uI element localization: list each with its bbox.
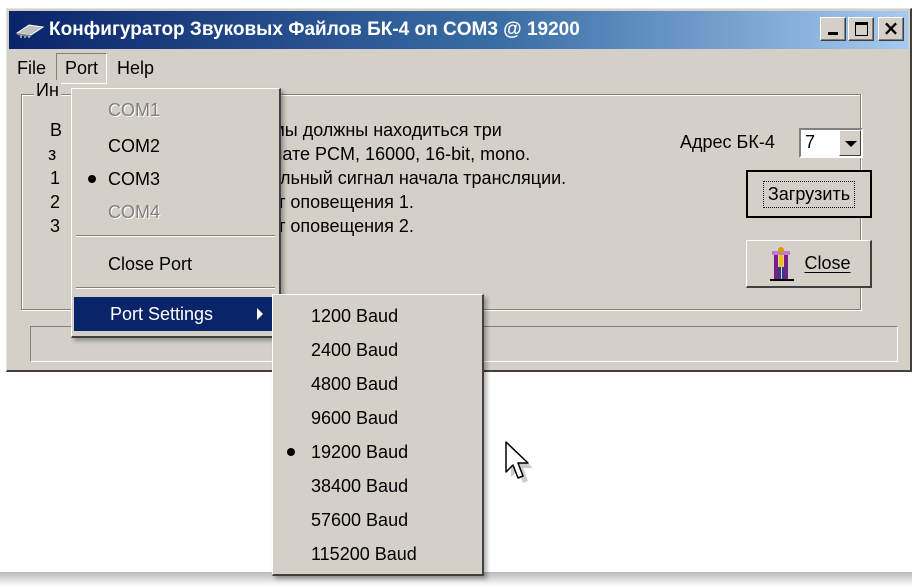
info-fragment: 3 bbox=[50, 216, 61, 236]
port-menu: COM1 COM2 COM3 COM4 Close Port Port Sett… bbox=[71, 88, 281, 338]
radio-bullet-icon bbox=[88, 175, 96, 183]
menu-item-label: 57600 Baud bbox=[311, 509, 409, 530]
menu-help[interactable]: Help bbox=[109, 54, 162, 83]
menu-item-label: COM2 bbox=[108, 135, 161, 156]
menu-item-baud-38400[interactable]: 38400 Baud bbox=[273, 469, 482, 503]
menu-item-label: COM3 bbox=[108, 168, 161, 189]
menu-item-label: 2400 Baud bbox=[311, 339, 399, 360]
info-line: кст оповещения 1. bbox=[260, 192, 414, 212]
exit-door-icon bbox=[770, 246, 795, 281]
close-icon: × bbox=[882, 16, 900, 40]
menu-item-label: Port Settings bbox=[110, 303, 214, 324]
menu-item-label: 115200 Baud bbox=[311, 543, 417, 564]
load-button-label: Загрузить bbox=[762, 180, 856, 208]
address-dropdown-button[interactable] bbox=[839, 130, 861, 156]
submenu-arrow-icon bbox=[257, 308, 263, 320]
info-fragment: 1 bbox=[50, 168, 61, 188]
menu-item-baud-2400[interactable]: 2400 Baud bbox=[273, 333, 482, 367]
menu-item-label: Close Port bbox=[108, 253, 193, 274]
info-text: ммы должны находиться три рмате PCM, 160… bbox=[260, 118, 566, 238]
close-button-label: Close bbox=[804, 253, 851, 273]
menu-separator bbox=[76, 287, 275, 289]
menu-item-label: 9600 Baud bbox=[311, 407, 399, 428]
title-bar[interactable]: Конфигуратор Звуковых Файлов БК-4 on COM… bbox=[9, 11, 908, 49]
info-group-title: Ин bbox=[34, 80, 61, 101]
address-label: Адрес БК-4 bbox=[680, 132, 775, 152]
minimize-icon bbox=[828, 32, 838, 35]
menu-item-label: COM1 bbox=[108, 99, 161, 120]
mouse-pointer-icon bbox=[505, 441, 532, 483]
info-line: ммы должны находиться три bbox=[260, 120, 502, 140]
menu-item-baud-115200[interactable]: 115200 Baud bbox=[273, 537, 482, 571]
menu-item-port-settings[interactable]: Port Settings bbox=[74, 297, 277, 331]
menu-item-baud-57600[interactable]: 57600 Baud bbox=[273, 503, 482, 537]
maximize-icon bbox=[855, 22, 868, 36]
menu-port[interactable]: Port bbox=[56, 52, 108, 84]
window-title: Конфигуратор Звуковых Файлов БК-4 on COM… bbox=[49, 19, 580, 40]
info-line: рмате PCM, 16000, 16-bit, mono. bbox=[260, 144, 531, 164]
menu-item-baud-4800[interactable]: 4800 Baud bbox=[273, 367, 482, 401]
chevron-down-icon bbox=[845, 141, 857, 147]
minimize-button[interactable] bbox=[820, 17, 846, 41]
menu-file[interactable]: File bbox=[9, 54, 54, 83]
menu-item-baud-9600[interactable]: 9600 Baud bbox=[273, 401, 482, 435]
info-line: кст оповещения 2. bbox=[260, 216, 414, 236]
menu-bar: File Port Help bbox=[9, 51, 164, 85]
menu-item-baud-19200[interactable]: 19200 Baud bbox=[273, 435, 482, 469]
menu-item-label: COM4 bbox=[108, 201, 161, 222]
menu-item-label: 1200 Baud bbox=[311, 305, 399, 326]
menu-item-com4[interactable]: COM4 bbox=[72, 195, 279, 229]
info-fragment: 2 bbox=[50, 192, 61, 212]
load-button[interactable]: Загрузить bbox=[746, 170, 872, 218]
menu-item-label: 19200 Baud bbox=[311, 441, 409, 462]
menu-item-label: 38400 Baud bbox=[311, 475, 409, 496]
maximize-button[interactable] bbox=[848, 17, 874, 41]
menu-item-com3[interactable]: COM3 bbox=[72, 162, 279, 196]
menu-item-label: 4800 Baud bbox=[311, 373, 399, 394]
radio-bullet-icon bbox=[287, 448, 295, 456]
address-combobox[interactable]: 7 bbox=[799, 128, 863, 158]
info-left-fragments: В з 1 2 3 bbox=[26, 118, 62, 238]
baud-rate-submenu: 1200 Baud 2400 Baud 4800 Baud 9600 Baud … bbox=[272, 294, 484, 576]
address-value: 7 bbox=[805, 132, 816, 152]
info-fragment: В bbox=[50, 120, 63, 140]
menu-item-com1[interactable]: COM1 bbox=[72, 93, 279, 127]
menu-item-close-port[interactable]: Close Port bbox=[72, 247, 279, 281]
app-chip-icon bbox=[15, 24, 45, 38]
menu-item-baud-1200[interactable]: 1200 Baud bbox=[273, 299, 482, 333]
menu-item-com2[interactable]: COM2 bbox=[72, 129, 279, 163]
info-fragment: з bbox=[48, 144, 57, 164]
close-button[interactable]: Close bbox=[746, 240, 872, 288]
info-line: нальный сигнал начала трансляции. bbox=[260, 168, 567, 188]
window-close-button[interactable]: × bbox=[878, 16, 904, 41]
menu-separator bbox=[76, 235, 275, 237]
